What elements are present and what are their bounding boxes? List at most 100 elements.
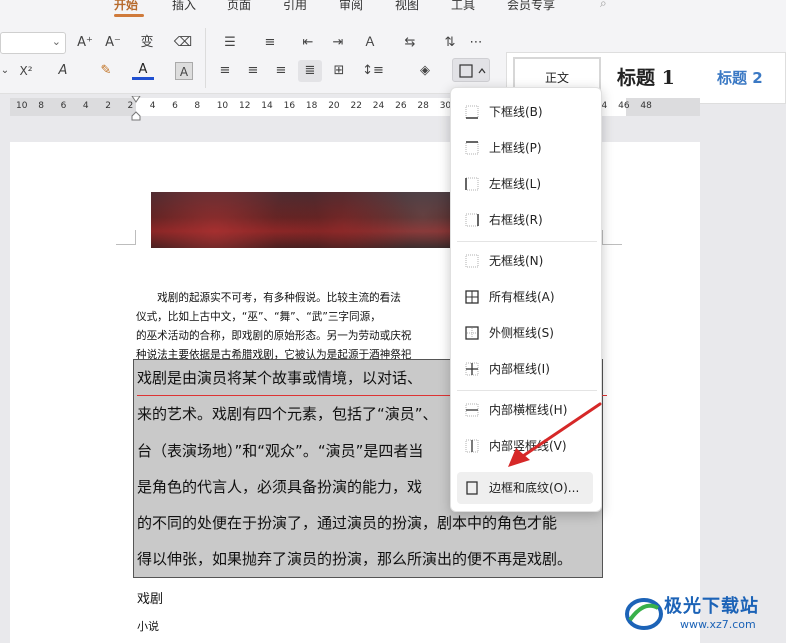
font-size-select[interactable]: ⌄ <box>0 32 66 54</box>
distributed-icon[interactable]: ⊞ <box>328 60 350 82</box>
menu-item-label: 内部横框线(H) <box>489 403 568 417</box>
ruler-number: 10 <box>216 101 229 111</box>
header-image[interactable] <box>151 192 471 248</box>
menu-item-inside-borders[interactable]: 内部框线(I) <box>455 353 599 385</box>
indent-marker-icon[interactable] <box>131 96 141 124</box>
ruler-number: 18 <box>305 101 318 111</box>
paragraph-line: 戏剧的起源实不可考，有多种假说。比较主流的看法 <box>136 292 401 304</box>
ruler-number: 4 <box>149 101 156 111</box>
chevron-down-icon[interactable]: ⌄ <box>0 60 10 82</box>
ruler-number: 4 <box>82 101 89 111</box>
paragraph-line: 得以伸张，如果抛弃了演员的扮演，那么所演出的便不再是戏剧。 <box>137 550 573 569</box>
ruler-number: 6 <box>60 101 67 111</box>
watermark-logo-icon <box>625 598 663 630</box>
style-heading-2[interactable]: 标题 2 <box>717 67 763 88</box>
chevron-down-icon: ⌄ <box>51 35 61 48</box>
tab-insert[interactable]: 插入 <box>172 0 196 13</box>
align-right-icon[interactable]: ≡ <box>270 60 292 82</box>
inside-borders-icon <box>465 362 479 376</box>
char-shading-icon[interactable]: A <box>175 62 193 80</box>
tab-page[interactable]: 页面 <box>227 0 251 13</box>
numbered-list-icon[interactable]: ≡ <box>258 32 282 54</box>
align-left-icon[interactable]: ≡ <box>214 60 236 82</box>
line-spacing-icon[interactable]: ↕≡ <box>358 60 388 82</box>
increase-indent-icon[interactable]: ⇥ <box>328 32 348 54</box>
toolbar-separator <box>205 28 206 88</box>
highlight-icon[interactable]: ✎ <box>94 60 118 82</box>
bullet-list-icon[interactable]: ☰ <box>218 32 242 54</box>
paragraph-line: 的巫术活动的合称，即戏剧的原始形态。另一为劳动或庆祝 <box>136 330 412 342</box>
ruler-number: 14 <box>261 101 273 111</box>
ruler-number: 26 <box>395 101 407 111</box>
bottom-border-icon <box>465 105 479 119</box>
style-heading-1[interactable]: 标题 1 <box>617 63 675 90</box>
tab-home[interactable]: 开始 <box>114 0 138 13</box>
show-marks-icon[interactable]: ⋯ <box>466 32 486 54</box>
menu-item-top-border[interactable]: 上框线(P) <box>455 132 599 164</box>
shading-icon[interactable]: ◈ <box>410 60 440 82</box>
decrease-indent-icon[interactable]: ⇤ <box>298 32 318 54</box>
ruler-number: 6 <box>172 101 178 111</box>
border-button[interactable] <box>452 58 490 82</box>
menu-item-label: 左框线(L) <box>489 177 542 191</box>
paragraph-line: 仪式，比如上古中文，“巫”、“舞”、“武”三字同源， <box>136 311 381 323</box>
ruler-number: 28 <box>417 101 429 111</box>
tab-view[interactable]: 视图 <box>395 0 419 13</box>
font-grow-icon[interactable]: A⁺ <box>74 32 96 54</box>
tab-member[interactable]: 会员专享 <box>507 0 555 13</box>
menu-item-label: 下框线(B) <box>489 105 543 119</box>
phonetic-icon[interactable]: 变 <box>132 32 162 54</box>
no-border-icon <box>465 254 479 268</box>
superscript-icon[interactable]: X² <box>14 60 38 82</box>
menu-item-all-borders[interactable]: 所有框线(A) <box>455 281 599 313</box>
tab-references[interactable]: 引用 <box>283 0 307 13</box>
sort-icon[interactable]: ⇅ <box>440 32 460 54</box>
menu-item-label: 外侧框线(S) <box>489 326 554 340</box>
site-watermark: 极光下载站 www.xz7.com <box>624 592 784 640</box>
watermark-brand: 极光下载站 <box>664 596 759 617</box>
ruler-number: 12 <box>239 101 251 111</box>
menu-item-bottom-border[interactable]: 下框线(B) <box>455 96 599 128</box>
margin-corner <box>602 230 622 245</box>
inside-vertical-border-icon <box>465 439 479 453</box>
char-scale-icon[interactable]: Ａ <box>358 32 382 54</box>
ruler-number: 2 <box>105 101 111 111</box>
menu-separator <box>457 390 597 391</box>
ruler-number: 16 <box>283 101 296 111</box>
ruler-number: 22 <box>350 101 362 111</box>
menu-item-label: 边框和底纹(O)... <box>489 481 580 495</box>
direction-icon[interactable]: ⇆ <box>398 32 422 54</box>
menu-item-borders-and-shading[interactable]: 边框和底纹(O)... <box>457 472 593 504</box>
search-icon[interactable]: ⌕ <box>600 0 607 11</box>
font-color-icon[interactable]: A <box>132 60 154 80</box>
align-center-icon[interactable]: ≡ <box>242 60 264 82</box>
menu-item-no-border[interactable]: 无框线(N) <box>455 245 599 277</box>
watermark-url: www.xz7.com <box>680 618 756 631</box>
right-border-icon <box>465 213 479 227</box>
tab-review[interactable]: 审阅 <box>339 0 363 13</box>
inside-horizontal-border-icon <box>465 403 479 417</box>
text-effect-icon[interactable]: A <box>52 60 74 82</box>
menu-separator <box>457 241 597 242</box>
outside-borders-icon <box>465 326 479 340</box>
menu-item-label: 所有框线(A) <box>489 290 555 304</box>
margin-corner <box>116 230 136 245</box>
ruler-number: 24 <box>372 101 385 111</box>
ruler-number: 46 <box>618 101 630 111</box>
border-icon <box>459 64 486 78</box>
font-shrink-icon[interactable]: A⁻ <box>102 32 124 54</box>
menu-item-inside-vertical-border[interactable]: 内部竖框线(V) <box>455 430 599 462</box>
menu-item-outside-borders[interactable]: 外侧框线(S) <box>455 317 599 349</box>
menu-item-label: 无框线(N) <box>489 254 544 268</box>
ruler-number: 20 <box>328 101 340 111</box>
clear-format-icon[interactable]: ⌫ <box>172 32 194 54</box>
tab-tools[interactable]: 工具 <box>451 0 475 13</box>
menu-item-left-border[interactable]: 左框线(L) <box>455 168 599 200</box>
menu-item-inside-horizontal-border[interactable]: 内部横框线(H) <box>455 394 599 426</box>
justify-icon[interactable]: ≣ <box>298 60 322 82</box>
menu-item-right-border[interactable]: 右框线(R) <box>455 204 599 236</box>
heading-drama: 戏剧 <box>137 592 164 607</box>
menu-item-label: 上框线(P) <box>489 141 542 155</box>
home-toolbar: ⌄ A⁺ A⁻ 变 ⌫ ⌄ X² A ✎ A A ☰ ≡ ⇤ ⇥ Ａ ⇆ ⇅ ⋯… <box>0 22 786 104</box>
menu-item-label: 内部竖框线(V) <box>489 439 567 453</box>
